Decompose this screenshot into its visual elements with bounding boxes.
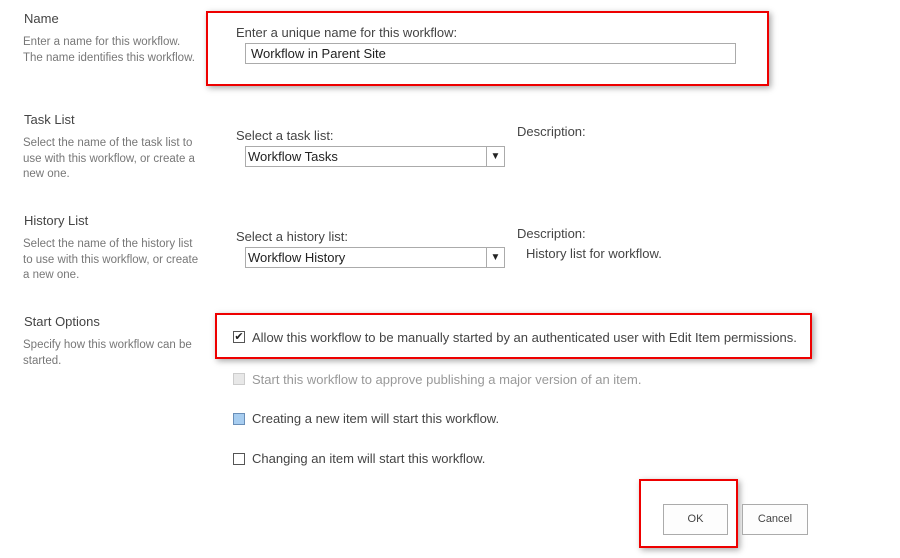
- cancel-button[interactable]: Cancel: [742, 504, 808, 535]
- approve-publishing-checkbox[interactable]: [233, 373, 245, 385]
- start-options-section-title: Start Options: [24, 314, 100, 329]
- name-section-desc: Enter a name for this workflow. The name…: [23, 36, 195, 64]
- workflow-name-input[interactable]: [245, 43, 736, 64]
- task-list-label: Select a task list:: [236, 128, 334, 143]
- create-item-checkbox[interactable]: [233, 413, 245, 425]
- history-list-label: Select a history list:: [236, 229, 348, 244]
- ok-button[interactable]: OK: [663, 504, 728, 535]
- task-list-select[interactable]: Workflow Tasks ▼: [245, 146, 505, 167]
- task-list-section-desc: Select the name of the task list to use …: [23, 137, 195, 180]
- chevron-down-icon[interactable]: ▼: [486, 248, 504, 267]
- name-field-label: Enter a unique name for this workflow:: [236, 25, 458, 40]
- chevron-down-icon[interactable]: ▼: [486, 147, 504, 166]
- history-list-select[interactable]: Workflow History ▼: [245, 247, 505, 268]
- history-list-section-desc: Select the name of the history list to u…: [23, 238, 199, 281]
- history-description-value: History list for workflow.: [526, 246, 662, 261]
- task-list-section-title: Task List: [24, 112, 75, 127]
- approve-publishing-label: Start this workflow to approve publishin…: [252, 372, 642, 387]
- manual-start-checkbox[interactable]: ✔: [233, 331, 245, 343]
- manual-start-label: Allow this workflow to be manually start…: [252, 330, 797, 345]
- change-item-label: Changing an item will start this workflo…: [252, 451, 486, 466]
- task-list-value: Workflow Tasks: [248, 149, 338, 164]
- start-options-section-desc: Specify how this workflow can be started…: [23, 339, 192, 367]
- create-item-label: Creating a new item will start this work…: [252, 411, 500, 426]
- change-item-checkbox[interactable]: [233, 453, 245, 465]
- history-list-section-title: History List: [24, 213, 89, 228]
- name-section-title: Name: [24, 11, 59, 26]
- task-description-label: Description:: [517, 124, 586, 139]
- history-list-value: Workflow History: [248, 250, 346, 265]
- history-description-label: Description:: [517, 226, 586, 241]
